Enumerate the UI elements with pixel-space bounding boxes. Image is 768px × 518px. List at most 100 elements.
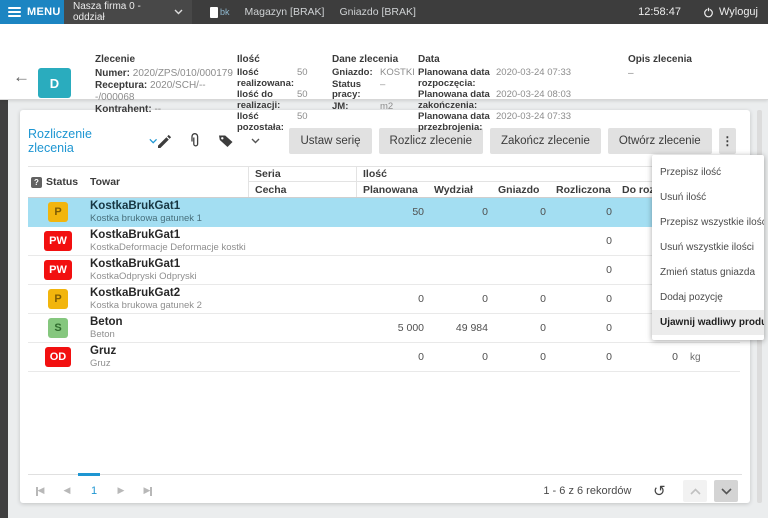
view-selector[interactable]: Rozliczenie zlecenia bbox=[26, 127, 158, 155]
menu-item[interactable]: Przepisz wszystkie ilości bbox=[652, 210, 764, 235]
menu-button-label: MENU bbox=[27, 6, 61, 18]
positions-table: ? Status Towar Seria Cecha Ilość Planowa… bbox=[28, 166, 740, 372]
menu-button[interactable]: MENU bbox=[0, 0, 64, 24]
table-row[interactable]: P KostkaBrukGat1 Kostka brukowa gatunek 1 5… bbox=[28, 198, 740, 227]
rozliczona-value: 0 bbox=[606, 235, 612, 247]
quantity-title: Ilość bbox=[237, 54, 260, 65]
menu-item[interactable]: Dodaj pozycję bbox=[652, 285, 764, 310]
product-cell: KostkaBrukGat1 KostkaDeformacje Deformacj… bbox=[88, 229, 248, 253]
next-page-button[interactable]: ▶ bbox=[114, 486, 128, 496]
product-desc: Gruz bbox=[90, 358, 111, 369]
date-label: Planowana data przezbrojenia: bbox=[418, 111, 490, 133]
table-row[interactable]: PW KostkaBrukGat1 KostkaOdpryski Odpryski 0 bbox=[28, 256, 740, 285]
attachment-paperclip-icon[interactable] bbox=[189, 133, 201, 149]
edit-pencil-icon[interactable] bbox=[157, 134, 172, 149]
last-page-button[interactable]: ▶ bbox=[141, 486, 155, 496]
expand-down-button[interactable] bbox=[714, 480, 738, 502]
horizontal-scrollbar-track bbox=[28, 473, 742, 476]
planowana-column-header: Planowana bbox=[356, 182, 428, 197]
power-icon bbox=[704, 7, 713, 17]
logout-button[interactable]: Wyloguj bbox=[703, 0, 768, 24]
order-title: Zlecenie bbox=[95, 54, 136, 65]
menu-item[interactable]: Usuń wszystkie ilości bbox=[652, 235, 764, 260]
product-cell: KostkaBrukGat1 Kostka brukowa gatunek 1 bbox=[88, 200, 248, 224]
date-label: Planowana data zakończenia: bbox=[418, 89, 490, 111]
gniazdo-column-header: Gniazdo bbox=[498, 183, 540, 196]
status-cell: S bbox=[28, 318, 88, 338]
description-value: – bbox=[628, 68, 634, 79]
product-cell: KostkaBrukGat2 Kostka brukowa gatunek 2 bbox=[88, 287, 248, 311]
planowana-value: 0 bbox=[418, 351, 424, 363]
description-column: Opis zlecenia – bbox=[628, 54, 728, 80]
product-desc: KostkaDeformacje Deformacje kostki bbox=[90, 242, 246, 253]
table-row[interactable]: OD Gruz Gruz 0 0 0 0 0 kg bbox=[28, 343, 740, 372]
menu-item[interactable]: Usuń ilość bbox=[652, 185, 764, 210]
gniazdo-selector[interactable]: Gniazdo [BRAK] bbox=[339, 0, 415, 24]
wydzial-value: 0 bbox=[482, 351, 488, 363]
back-arrow-icon[interactable]: ← bbox=[13, 68, 30, 85]
magazyn-selector[interactable]: Magazyn [BRAK] bbox=[245, 0, 325, 24]
company-selector[interactable]: Nasza firma 0 - oddział bbox=[64, 0, 192, 24]
current-page-number[interactable]: 1 bbox=[87, 485, 101, 497]
product-name: KostkaBrukGat1 bbox=[90, 229, 181, 241]
prev-page-button[interactable]: ◀ bbox=[60, 486, 74, 496]
table-row[interactable]: S Beton Beton 5 000 49 984 0 0 bbox=[28, 314, 740, 343]
tag-chevron-down-icon[interactable] bbox=[251, 138, 260, 144]
qty-value: 50 bbox=[297, 111, 308, 122]
wydzial-value: 0 bbox=[482, 293, 488, 305]
help-icon[interactable]: ? bbox=[31, 176, 42, 188]
tag-icon[interactable] bbox=[218, 134, 234, 148]
open-order-button[interactable]: Otwórz zlecenie bbox=[607, 128, 712, 154]
table-row[interactable]: P KostkaBrukGat2 Kostka brukowa gatunek 2 0… bbox=[28, 285, 740, 314]
context-menu: Przepisz ilość Usuń ilość Przepisz wszystk… bbox=[652, 155, 764, 340]
topbar: MENU Nasza firma 0 - oddział bk Magazyn … bbox=[0, 0, 768, 24]
status-badge: OD bbox=[44, 347, 72, 367]
unit-label: kg bbox=[690, 351, 701, 363]
status-badge: S bbox=[48, 318, 68, 338]
more-options-button[interactable]: ⋮ bbox=[718, 128, 736, 154]
collapsed-sidebar bbox=[0, 100, 8, 518]
do-rozliczenia-value: 0 bbox=[672, 351, 678, 363]
order-data-title: Dane zlecenia bbox=[332, 54, 399, 65]
first-page-button[interactable]: ◀ bbox=[33, 486, 47, 496]
refresh-icon[interactable]: ↻ bbox=[653, 482, 666, 500]
rozliczona-value: 0 bbox=[606, 264, 612, 276]
collapse-up-button[interactable] bbox=[683, 480, 707, 502]
product-desc: Kostka brukowa gatunek 1 bbox=[90, 213, 202, 224]
planowana-value: 50 bbox=[412, 206, 424, 218]
wydzial-column-header: Wydział bbox=[434, 183, 473, 196]
menu-item[interactable]: Przepisz ilość bbox=[652, 160, 764, 185]
dates-column: Data Planowana data rozpoczęcia: 2020-03-… bbox=[418, 54, 580, 134]
product-desc: KostkaOdpryski Odpryski bbox=[90, 271, 197, 282]
device-icon bbox=[210, 6, 218, 18]
product-name: KostkaBrukGat2 bbox=[90, 287, 181, 299]
rozliczona-value: 0 bbox=[606, 322, 612, 334]
product-desc: Kostka brukowa gatunek 2 bbox=[90, 300, 202, 311]
product-name: KostkaBrukGat1 bbox=[90, 258, 181, 270]
device-label: bk bbox=[220, 7, 230, 17]
product-cell: KostkaBrukGat1 KostkaOdpryski Odpryski bbox=[88, 258, 248, 282]
table-body: P KostkaBrukGat1 Kostka brukowa gatunek 15… bbox=[28, 198, 740, 372]
toolbar-icons bbox=[157, 133, 260, 149]
table-row[interactable]: PW KostkaBrukGat1 KostkaDeformacje Deforma… bbox=[28, 227, 740, 256]
status-cell: P bbox=[28, 289, 88, 309]
product-name: Beton bbox=[90, 316, 123, 328]
device-indicator: bk bbox=[210, 0, 230, 24]
qty-value: 50 bbox=[297, 67, 308, 78]
cecha-column-header: Cecha bbox=[248, 182, 356, 197]
gniazdo-value: 0 bbox=[540, 206, 546, 218]
product-name: KostkaBrukGat1 bbox=[90, 200, 181, 212]
dane-value: – bbox=[380, 78, 386, 90]
gniazdo-value: 0 bbox=[540, 293, 546, 305]
horizontal-scrollbar-thumb[interactable] bbox=[78, 473, 100, 476]
menu-item[interactable]: Ujawnij wadliwy produkt bbox=[652, 310, 764, 335]
menu-item[interactable]: Zmień status gniazda bbox=[652, 260, 764, 285]
dane-label: Gniazdo: bbox=[332, 67, 373, 78]
view-selector-label: Rozliczenie zlecenia bbox=[28, 127, 92, 155]
description-title: Opis zlecenia bbox=[628, 54, 692, 65]
logout-label: Wyloguj bbox=[718, 6, 758, 18]
table-header: ? Status Towar Seria Cecha Ilość Planowa… bbox=[28, 166, 740, 198]
rozliczona-value: 0 bbox=[606, 293, 612, 305]
rozliczona-value: 0 bbox=[606, 351, 612, 363]
towar-column-header: Towar bbox=[90, 176, 121, 188]
